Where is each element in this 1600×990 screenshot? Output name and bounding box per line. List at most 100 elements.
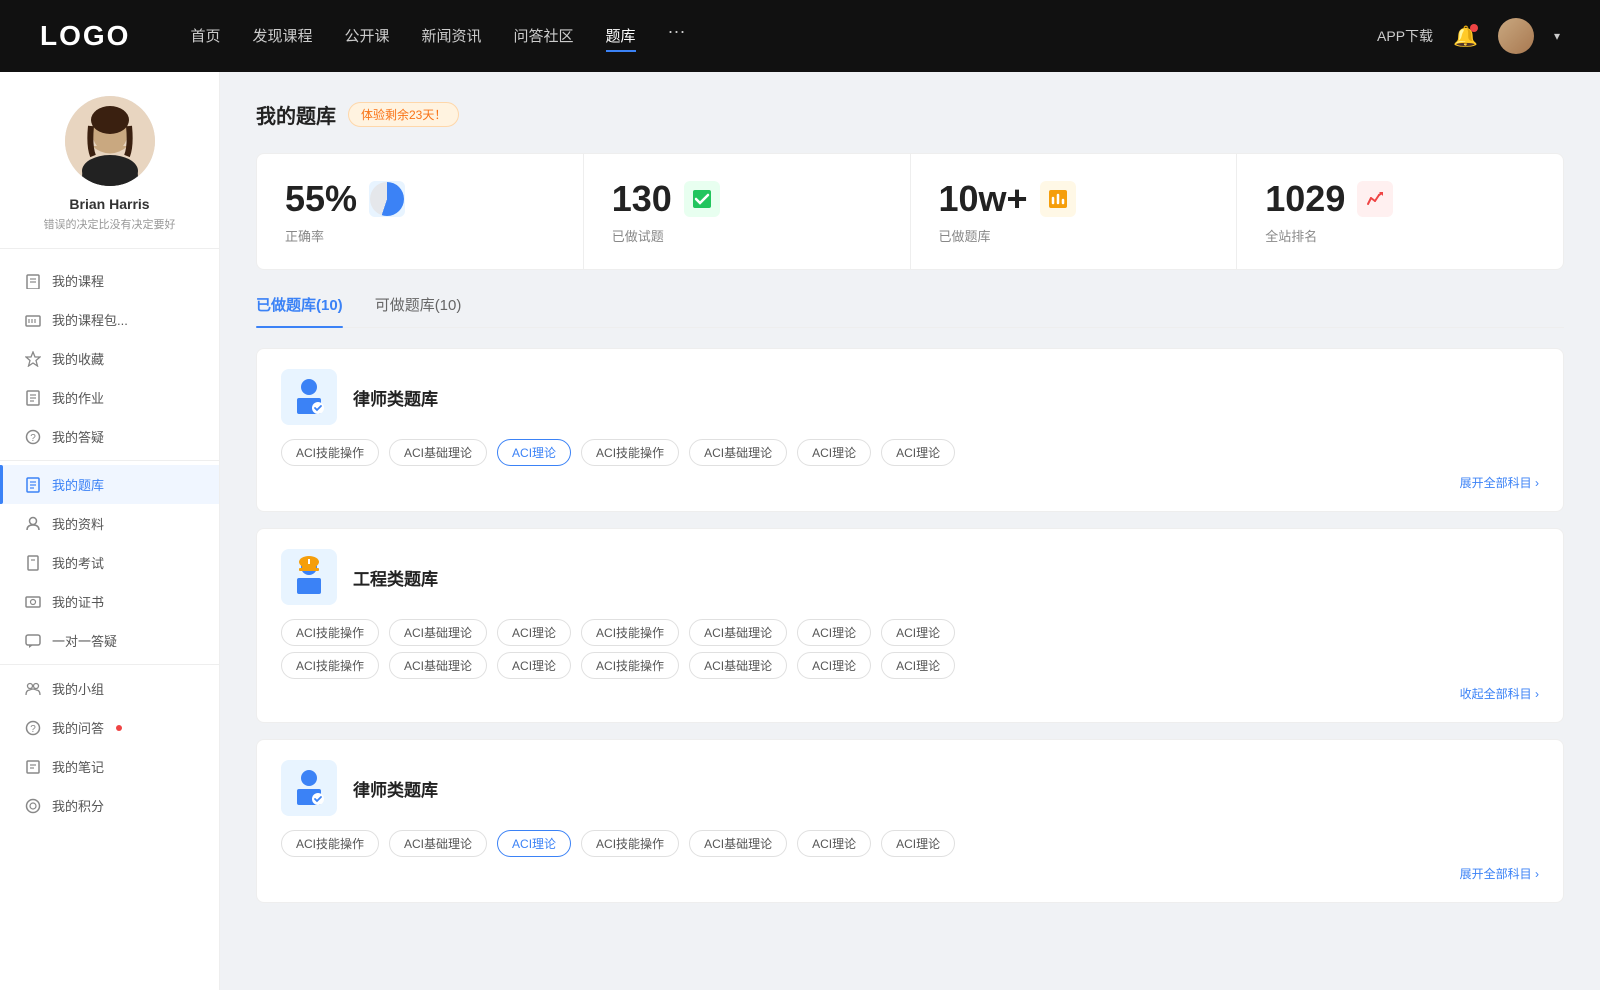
expand-link-1[interactable]: 展开全部科目 › bbox=[281, 474, 1539, 491]
tag-3-3[interactable]: ACI技能操作 bbox=[581, 830, 679, 857]
tag-1-1[interactable]: ACI基础理论 bbox=[389, 439, 487, 466]
main-content: 我的题库 体验剩余23天！ 55% 正确率 130 bbox=[220, 72, 1600, 990]
nav-items: 首页 发现课程 公开课 新闻资讯 问答社区 题库 ··· bbox=[190, 21, 1377, 52]
sidebar-item-my-qa[interactable]: ? 我的问答 bbox=[0, 708, 219, 747]
sidebar-item-profile-label: 我的资料 bbox=[52, 514, 104, 533]
sidebar-item-cert[interactable]: 我的证书 bbox=[0, 582, 219, 621]
stat-banks-top: 10w+ bbox=[939, 178, 1209, 220]
nav-news[interactable]: 新闻资讯 bbox=[422, 21, 482, 52]
sidebar-item-course-pack-label: 我的课程包... bbox=[52, 310, 128, 329]
ranking-icon bbox=[1357, 181, 1393, 217]
bank-card-header-1: 律师类题库 bbox=[281, 369, 1539, 425]
tag-1-0[interactable]: ACI技能操作 bbox=[281, 439, 379, 466]
group-icon bbox=[24, 680, 42, 698]
sidebar-item-homework[interactable]: 我的作业 bbox=[0, 378, 219, 417]
user-name: Brian Harris bbox=[0, 196, 219, 212]
tag-2-0[interactable]: ACI技能操作 bbox=[281, 619, 379, 646]
tag-2-4[interactable]: ACI基础理论 bbox=[689, 619, 787, 646]
stat-ranking: 1029 全站排名 bbox=[1237, 154, 1563, 269]
stat-banks-value: 10w+ bbox=[939, 178, 1028, 220]
sidebar-item-course[interactable]: 我的课程 bbox=[0, 261, 219, 300]
sidebar-item-points[interactable]: 我的积分 bbox=[0, 786, 219, 825]
user-profile: Brian Harris 错误的决定比没有决定要好 bbox=[0, 96, 219, 249]
stat-done-top: 130 bbox=[612, 178, 882, 220]
tag-2e-6[interactable]: ACI理论 bbox=[881, 652, 955, 679]
engineer-icon bbox=[281, 549, 337, 605]
sidebar-item-group[interactable]: 我的小组 bbox=[0, 669, 219, 708]
sidebar-item-questions[interactable]: ? 我的答疑 bbox=[0, 417, 219, 456]
tags-row-2b: ACI技能操作 ACI基础理论 ACI理论 ACI技能操作 ACI基础理论 AC… bbox=[281, 652, 1539, 679]
star-icon bbox=[24, 350, 42, 368]
sidebar-divider-1 bbox=[0, 460, 219, 461]
sidebar-item-homework-label: 我的作业 bbox=[52, 388, 104, 407]
tab-available[interactable]: 可做题库(10) bbox=[375, 294, 462, 327]
sidebar-item-notes[interactable]: 我的笔记 bbox=[0, 747, 219, 786]
svg-text:?: ? bbox=[30, 724, 36, 735]
tag-2-5[interactable]: ACI理论 bbox=[797, 619, 871, 646]
done-questions-icon bbox=[684, 181, 720, 217]
cert-icon bbox=[24, 593, 42, 611]
tag-2-1[interactable]: ACI基础理论 bbox=[389, 619, 487, 646]
stat-done-banks: 10w+ 已做题库 bbox=[911, 154, 1238, 269]
quiz-icon bbox=[24, 476, 42, 494]
nav-open-course[interactable]: 公开课 bbox=[344, 21, 389, 52]
tag-1-3[interactable]: ACI技能操作 bbox=[581, 439, 679, 466]
tag-2e-1[interactable]: ACI基础理论 bbox=[389, 652, 487, 679]
page-title: 我的题库 bbox=[256, 100, 336, 129]
sidebar-item-quiz[interactable]: 我的题库 bbox=[0, 465, 219, 504]
bank-card-header-3: 律师类题库 bbox=[281, 760, 1539, 816]
tag-3-6[interactable]: ACI理论 bbox=[881, 830, 955, 857]
tag-2e-0[interactable]: ACI技能操作 bbox=[281, 652, 379, 679]
tag-2-6[interactable]: ACI理论 bbox=[881, 619, 955, 646]
chat-icon bbox=[24, 632, 42, 650]
pie-chart bbox=[370, 182, 404, 216]
tag-1-4[interactable]: ACI基础理论 bbox=[689, 439, 787, 466]
homework-icon bbox=[24, 389, 42, 407]
sidebar-item-course-pack[interactable]: 我的课程包... bbox=[0, 300, 219, 339]
tag-3-2[interactable]: ACI理论 bbox=[497, 830, 571, 857]
tag-3-5[interactable]: ACI理论 bbox=[797, 830, 871, 857]
expand-link-3[interactable]: 展开全部科目 › bbox=[281, 865, 1539, 882]
sidebar-item-profile[interactable]: 我的资料 bbox=[0, 504, 219, 543]
sidebar-item-one-on-one[interactable]: 一对一答疑 bbox=[0, 621, 219, 660]
sidebar-item-quiz-label: 我的题库 bbox=[52, 475, 104, 494]
collapse-link-2[interactable]: 收起全部科目 › bbox=[281, 685, 1539, 702]
sidebar-menu: 我的课程 我的课程包... 我的收藏 我的作业 bbox=[0, 249, 219, 837]
tags-row-3: ACI技能操作 ACI基础理论 ACI理论 ACI技能操作 ACI基础理论 AC… bbox=[281, 830, 1539, 857]
sidebar-item-exam[interactable]: 我的考试 bbox=[0, 543, 219, 582]
stat-accuracy-top: 55% bbox=[285, 178, 555, 220]
user-motto: 错误的决定比没有决定要好 bbox=[0, 216, 219, 232]
nav-more[interactable]: ··· bbox=[668, 21, 686, 52]
stat-done-questions: 130 已做试题 bbox=[584, 154, 911, 269]
bank-card-lawyer-2: 律师类题库 ACI技能操作 ACI基础理论 ACI理论 ACI技能操作 ACI基… bbox=[256, 739, 1564, 903]
tag-3-4[interactable]: ACI基础理论 bbox=[689, 830, 787, 857]
notification-dot bbox=[1470, 24, 1478, 32]
nav-home[interactable]: 首页 bbox=[190, 21, 220, 52]
sidebar-item-favorites[interactable]: 我的收藏 bbox=[0, 339, 219, 378]
sidebar-item-notes-label: 我的笔记 bbox=[52, 757, 104, 776]
notification-red-dot bbox=[116, 725, 122, 731]
tag-2e-3[interactable]: ACI技能操作 bbox=[581, 652, 679, 679]
tag-3-0[interactable]: ACI技能操作 bbox=[281, 830, 379, 857]
avatar-chevron-icon[interactable]: ▾ bbox=[1554, 29, 1560, 43]
tag-2e-4[interactable]: ACI基础理论 bbox=[689, 652, 787, 679]
tag-1-6[interactable]: ACI理论 bbox=[881, 439, 955, 466]
bank-card-lawyer-1: 律师类题库 ACI技能操作 ACI基础理论 ACI理论 ACI技能操作 ACI基… bbox=[256, 348, 1564, 512]
tabs-row: 已做题库(10) 可做题库(10) bbox=[256, 294, 1564, 328]
tag-1-5[interactable]: ACI理论 bbox=[797, 439, 871, 466]
tab-done[interactable]: 已做题库(10) bbox=[256, 294, 343, 327]
app-download-link[interactable]: APP下载 bbox=[1377, 26, 1433, 46]
nav-quiz[interactable]: 题库 bbox=[606, 21, 636, 52]
nav-right: APP下载 🔔 ▾ bbox=[1377, 18, 1560, 54]
tag-2e-2[interactable]: ACI理论 bbox=[497, 652, 571, 679]
tag-2-3[interactable]: ACI技能操作 bbox=[581, 619, 679, 646]
stat-accuracy-label: 正确率 bbox=[285, 226, 555, 245]
nav-discover[interactable]: 发现课程 bbox=[252, 21, 312, 52]
tag-2e-5[interactable]: ACI理论 bbox=[797, 652, 871, 679]
tag-3-1[interactable]: ACI基础理论 bbox=[389, 830, 487, 857]
notification-bell[interactable]: 🔔 bbox=[1453, 24, 1478, 49]
tag-2-2[interactable]: ACI理论 bbox=[497, 619, 571, 646]
user-avatar[interactable] bbox=[1498, 18, 1534, 54]
tag-1-2[interactable]: ACI理论 bbox=[497, 439, 571, 466]
nav-qa[interactable]: 问答社区 bbox=[514, 21, 574, 52]
